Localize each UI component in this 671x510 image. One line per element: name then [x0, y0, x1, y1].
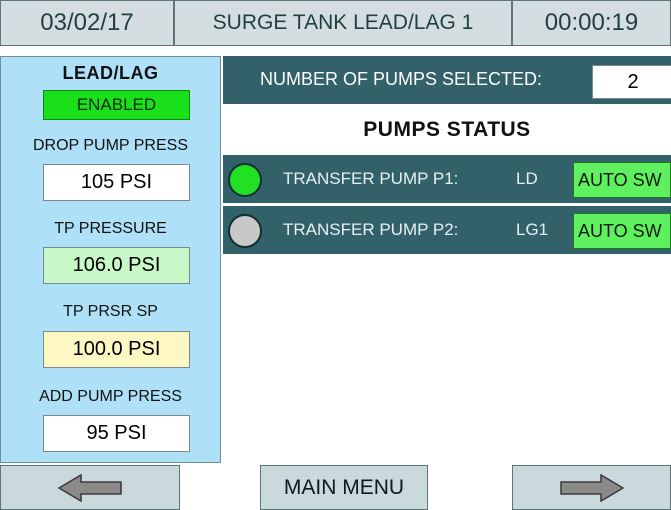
pumps-selected-input[interactable]: 2 — [592, 65, 671, 99]
pump-p2-label: TRANSFER PUMP P2: — [283, 220, 459, 239]
pumps-selected-bar: NUMBER OF PUMPS SELECTED: 2 — [223, 56, 671, 104]
screen-title-text: SURGE TANK LEAD/LAG 1 — [212, 11, 474, 34]
main-menu-label: MAIN MENU — [283, 475, 405, 499]
pump-p2-status-indicator — [228, 214, 262, 248]
pump-p1-mode: LD — [516, 169, 538, 188]
time-text: 00:00:19 — [544, 9, 639, 36]
lead-lag-status-text: ENABLED — [76, 95, 157, 114]
time-display: 00:00:19 — [512, 0, 671, 46]
pump-p1-auto-text: AUTO SW — [578, 169, 662, 190]
tp-pressure-label: TP PRESSURE — [54, 220, 167, 237]
pump-p1-label: TRANSFER PUMP P1: — [283, 169, 459, 188]
main-menu-button[interactable]: MAIN MENU — [260, 465, 428, 510]
pumps-selected-label: NUMBER OF PUMPS SELECTED: — [260, 69, 543, 89]
add-pump-press-value: 95 PSI — [86, 422, 147, 444]
pump-p2-auto-text: AUTO SW — [578, 220, 662, 241]
tp-prsr-sp-input[interactable]: 100.0 PSI — [43, 331, 190, 368]
pump-p2-auto-button[interactable]: AUTO SW — [573, 213, 671, 249]
arrow-left-icon — [57, 473, 122, 502]
date-display: 03/02/17 — [0, 0, 174, 46]
tp-prsr-sp-value: 100.0 PSI — [72, 338, 161, 360]
date-text: 03/02/17 — [40, 9, 134, 36]
pressure-panel: LEAD/LAG ENABLED DROP PUMP PRESS 105 PSI… — [0, 56, 221, 463]
pumps-status-title: PUMPS STATUS — [363, 118, 531, 141]
pump-p2-mode: LG1 — [516, 220, 549, 239]
add-pump-press-label: ADD PUMP PRESS — [39, 388, 182, 405]
back-button[interactable] — [0, 465, 180, 510]
pumps-selected-value: 2 — [627, 70, 639, 93]
tp-prsr-sp-label: TP PRSR SP — [63, 303, 158, 320]
arrow-right-icon — [559, 473, 624, 502]
pump-row-p1: TRANSFER PUMP P1: LD AUTO SW — [223, 155, 671, 203]
tp-pressure-display: 106.0 PSI — [43, 247, 190, 284]
add-pump-press-input[interactable]: 95 PSI — [43, 415, 190, 452]
pump-p1-status-indicator — [228, 163, 262, 197]
drop-pump-press-value: 105 PSI — [80, 171, 153, 193]
forward-button[interactable] — [512, 465, 671, 510]
screen-title: SURGE TANK LEAD/LAG 1 — [174, 0, 512, 46]
pump-p1-auto-button[interactable]: AUTO SW — [573, 162, 671, 198]
lead-lag-label: LEAD/LAG — [62, 63, 159, 83]
drop-pump-press-label: DROP PUMP PRESS — [32, 137, 188, 154]
lead-lag-status-button[interactable]: ENABLED — [43, 90, 190, 120]
pump-row-p2: TRANSFER PUMP P2: LG1 AUTO SW — [223, 206, 671, 254]
tp-pressure-value: 106.0 PSI — [72, 254, 161, 276]
drop-pump-press-input[interactable]: 105 PSI — [43, 164, 190, 201]
